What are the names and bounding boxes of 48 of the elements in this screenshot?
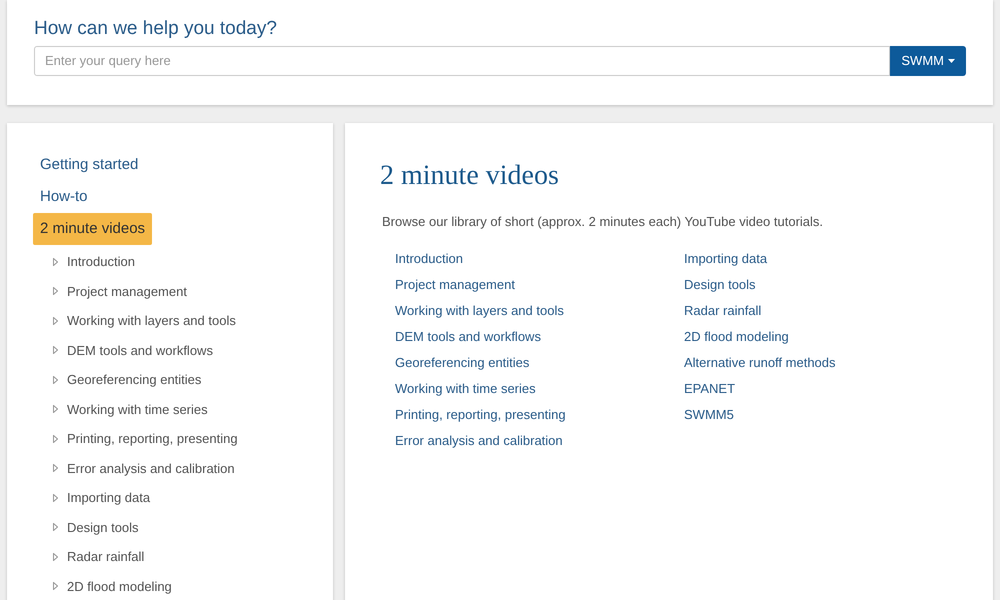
sidebar-subitem[interactable]: Project management [67,282,187,301]
sidebar-subitem[interactable]: Importing data [67,488,150,508]
sidebar-subitem[interactable]: Error analysis and calibration [67,458,235,478]
page-title: 2 minute videos [380,159,560,193]
video-link[interactable]: Alternative runoff methods [684,350,836,376]
triangle-icon [53,346,58,354]
video-link[interactable]: Project management [395,272,515,298]
sidebar-subitem[interactable]: 2D flood modeling [67,576,172,596]
video-link[interactable]: Importing data [684,246,768,272]
video-link[interactable]: Design tools [684,272,756,298]
sidebar-link[interactable]: 2 minute videos [33,213,152,245]
sidebar-subitem[interactable]: Radar rainfall [67,547,144,566]
sidebar-link[interactable]: How-to [33,181,95,213]
triangle-icon [53,376,58,384]
sidebar-subitem[interactable]: Georeferencing entities [67,370,202,390]
video-link[interactable]: Georeferencing entities [395,350,530,376]
triangle-icon [53,552,58,561]
video-link[interactable]: Working with time series [395,376,536,402]
video-link[interactable]: Printing, reporting, presenting [395,402,566,428]
sidebar-subitem[interactable]: Working with layers and tools [67,311,236,330]
sidebar-subitem[interactable]: DEM tools and workflows [67,340,213,360]
sidebar-subitem[interactable]: Design tools [67,518,139,537]
sidebar-subitem[interactable]: Printing, reporting, presenting [67,429,238,448]
search-heading: How can we help you today? [34,17,278,41]
sidebar-subitem[interactable]: Working with time series [67,400,208,419]
triangle-icon [53,258,58,266]
search-field[interactable]: Enter your query here [34,46,890,76]
triangle-icon [53,316,58,325]
video-link[interactable]: EPANET [684,376,736,402]
video-link[interactable]: 2D flood modeling [684,324,789,350]
caret-icon [948,59,955,63]
triangle-icon [53,287,58,296]
sidebar-subitem[interactable]: Introduction [67,252,135,272]
video-link[interactable]: SWMM5 [684,402,734,428]
triangle-icon [53,494,58,502]
triangle-icon [53,464,58,472]
video-link[interactable]: DEM tools and workflows [395,324,541,350]
triangle-icon [53,434,58,443]
video-link[interactable]: Introduction [395,246,463,272]
video-link[interactable]: Working with layers and tools [395,298,564,324]
video-link[interactable]: Radar rainfall [684,298,762,324]
triangle-icon [53,523,58,532]
sidebar-link[interactable]: Getting started [33,149,146,181]
triangle-icon [53,405,58,414]
scope-dropdown-button[interactable]: SWMM [890,46,966,76]
triangle-icon [53,582,58,590]
video-link[interactable]: Error analysis and calibration [395,428,563,454]
intro-text: Browse our library of short (approx. 2 minutes each) YouTube video tutorials. [382,213,824,231]
